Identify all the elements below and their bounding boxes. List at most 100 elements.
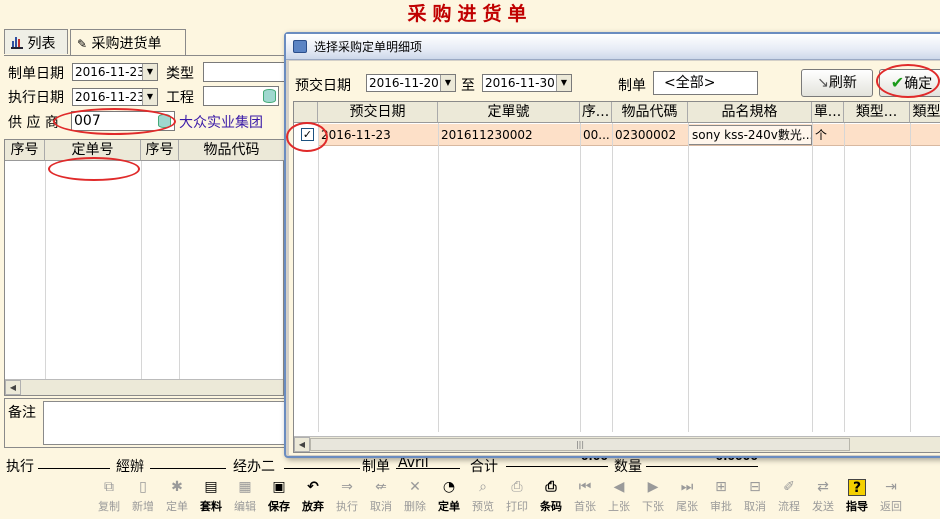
first-icon: ⏮ [578,479,592,495]
supplier-name-link[interactable]: 大众实业集团 [179,112,263,132]
scroll-left-icon[interactable]: ◀ [294,437,310,452]
main-detail-grid[interactable]: 序号 定单号 序号 物品代码 ◀ [4,139,285,396]
refresh-icon: ↘ [817,75,829,91]
new-doc-icon: ▯ [139,479,147,495]
make-date-label: 制单日期 [8,66,64,82]
cell-date: 2016-11-23 [321,128,391,142]
column-header[interactable]: 序... [580,102,612,123]
toolbar-button[interactable]: ⊟ 取消 [738,477,772,517]
column-header[interactable]: 類型... [844,102,910,123]
toolbar-button[interactable]: ⎙ 条码 [534,477,568,517]
exec-date-picker[interactable]: 2016-11-23 ▼ [72,88,158,106]
order-detail-grid[interactable]: 预交日期 定單號 序... 物品代碼 品名規格 單... 類型... 類型 20… [293,101,940,453]
toolbar-button[interactable]: ⎙ 打印 [500,477,534,517]
edit-icon: ▦ [238,479,252,495]
chevron-down-icon[interactable]: ▼ [556,75,571,91]
print-icon: ⎙ [511,479,523,495]
grid-line [580,123,581,432]
toolbar-button[interactable]: ↶ 放弃 [296,477,330,517]
toolbar-button-label: 预览 [472,500,494,513]
column-header[interactable]: 品名規格 [688,102,812,123]
column-header[interactable]: 物品代碼 [612,102,688,123]
scrollbar-thumb[interactable]: ||| [310,438,850,451]
toolbar-button-label: 套料 [200,500,222,513]
scroll-left-icon[interactable]: ◀ [5,380,21,395]
toolbar-button[interactable]: ⇒ 执行 [330,477,364,517]
cell-spec[interactable]: sony kss-240v數光... [688,125,812,145]
type-input[interactable] [203,62,286,82]
grid-line [910,123,911,432]
make-date-picker[interactable]: 2016-11-23 ▼ [72,63,158,81]
cell-code: 02300002 [615,128,677,142]
qty-label: 数量 [614,459,642,475]
undo-icon: ↶ [307,479,319,495]
last-icon: ⏭ [680,479,694,495]
toolbar-button[interactable]: ✐ 流程 [772,477,806,517]
database-icon[interactable] [263,89,276,103]
project-input[interactable] [203,86,279,106]
remark-textarea[interactable] [43,401,287,445]
toolbar-button[interactable]: ◔ 定单 [432,477,466,517]
flow-icon: ✐ [783,479,795,495]
table-row[interactable]: 2016-11-23 201611230002 00... 02300002 s… [318,124,940,146]
column-header[interactable]: 類型 [910,102,940,123]
toolbar-button[interactable]: ▣ 保存 [262,477,296,517]
date-to-picker[interactable]: 2016-11-30 ▼ [482,74,572,92]
toolbar-button[interactable]: ⧉ 复制 [92,477,126,517]
dialog-horizontal-scrollbar[interactable]: ◀ ||| [294,436,940,452]
column-header[interactable]: 單... [812,102,844,123]
tab-divider [4,55,286,56]
toolbar-button[interactable]: ⇥ 返回 [874,477,908,517]
column-header[interactable]: 物品代码 [179,140,285,161]
column-header[interactable]: 定單號 [438,102,580,123]
chevron-down-icon[interactable]: ▼ [142,64,157,80]
date-from-picker[interactable]: 2016-11-20 ▼ [366,74,456,92]
toolbar-button[interactable]: ▦ 编辑 [228,477,262,517]
toolbar-button-label: 下张 [642,500,664,513]
toolbar-button[interactable]: ✱ 定单 [160,477,194,517]
toolbar-button[interactable]: ◀ 上张 [602,477,636,517]
prev-icon: ◀ [613,479,625,495]
toolbar-button[interactable]: ⏭ 尾张 [670,477,704,517]
toolbar-button[interactable]: ▯ 新增 [126,477,160,517]
exec-date-label: 执行日期 [8,90,64,106]
grid-line [318,123,319,432]
toolbar-button[interactable]: ▶ 下张 [636,477,670,517]
toolbar-button[interactable]: ⏮ 首张 [568,477,602,517]
dialog-maker-select[interactable]: <全部> [653,71,758,95]
toolbar-button[interactable]: ? 指导 [840,477,874,517]
dialog-body: 预交日期 2016-11-20 ▼ 至 2016-11-30 ▼ 制单 <全部>… [289,61,940,455]
annotation-oval [53,108,176,135]
refresh-button[interactable]: ↘刷新 [801,69,873,97]
annotation-oval [48,157,140,181]
help-icon: ? [848,479,866,496]
toolbar-button[interactable]: ⊞ 审批 [704,477,738,517]
toolbar-button-label: 放弃 [302,500,324,513]
handler-label: 經辦 [116,459,144,475]
due-date-label: 预交日期 [295,78,351,94]
tab-purchase-receipt[interactable]: ✎ 采购进货单 [70,29,186,56]
toolbar-button-label: 新增 [132,500,154,513]
column-header[interactable]: 预交日期 [318,102,438,123]
dialog-titlebar[interactable]: 选择采购定单明细项 [286,34,940,60]
toolbar-button[interactable]: ⌕ 预览 [466,477,500,517]
tab-list[interactable]: 列表 [4,29,68,54]
save-icon: ▣ [272,479,286,495]
annotation-oval [286,122,328,152]
toolbar-button[interactable]: ⇍ 取消 [364,477,398,517]
cell-seq: 00... [583,128,610,142]
cancel-exec-icon: ⇍ [375,479,387,495]
to-label: 至 [461,78,475,94]
form-edit-icon: ✎ [77,37,88,51]
delete-icon: ✕ [409,479,421,495]
column-header[interactable]: 序号 [5,140,45,161]
column-header[interactable]: 序号 [141,140,179,161]
horizontal-scrollbar[interactable]: ◀ [5,379,283,395]
project-label: 工程 [166,90,194,106]
toolbar-button[interactable]: ⇄ 发送 [806,477,840,517]
chevron-down-icon[interactable]: ▼ [440,75,455,91]
kit-icon: ▤ [204,479,218,495]
chevron-down-icon[interactable]: ▼ [142,89,157,105]
toolbar-button[interactable]: ✕ 删除 [398,477,432,517]
toolbar-button[interactable]: ▤ 套料 [194,477,228,517]
